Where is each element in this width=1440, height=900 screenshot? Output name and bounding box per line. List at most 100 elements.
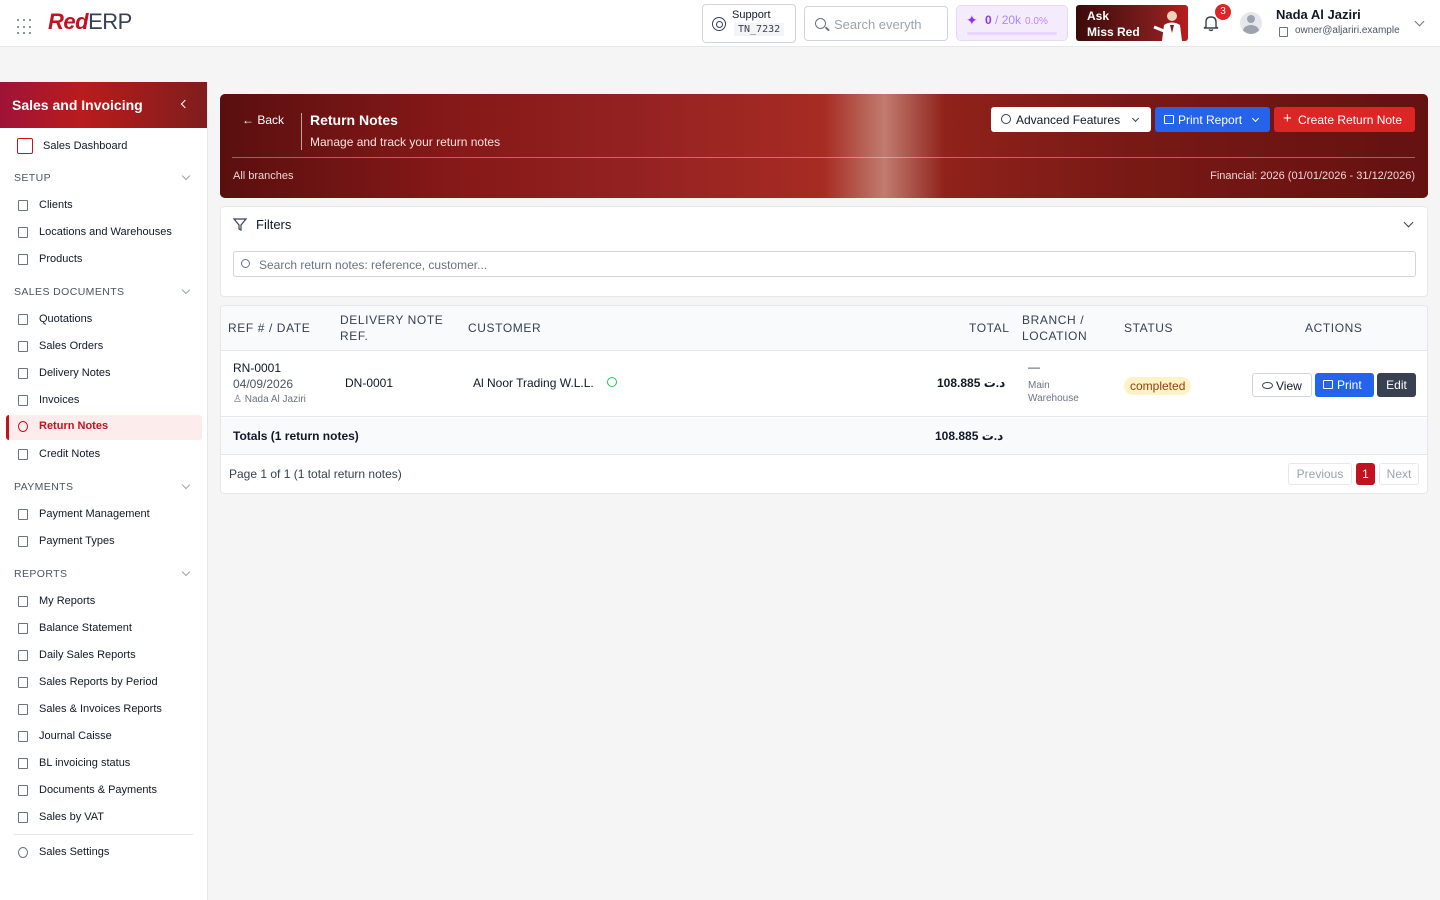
ai-credits-widget[interactable]: ✦ 0 / 20k 0.0% [956, 5, 1068, 41]
sidebar-item-label: Sales & Invoices Reports [39, 703, 162, 715]
advanced-features-label: Advanced Features [1016, 113, 1121, 127]
sidebar-item-balance-statement[interactable]: Balance Statement [6, 617, 202, 641]
col-total[interactable]: TOTAL [969, 320, 1010, 336]
col-delivery-note[interactable]: DELIVERY NOTE REF. [340, 312, 443, 344]
sidebar-item-credit-notes[interactable]: Credit Notes [6, 443, 202, 467]
ask-label: Ask [1087, 9, 1110, 23]
sidebar-item-payment-types[interactable]: Payment Types [6, 530, 202, 554]
sidebar-item-documents-payments[interactable]: Documents & Payments [6, 779, 202, 803]
customer-name[interactable]: Al Noor Trading W.L.L. [473, 376, 594, 390]
chevron-down-icon[interactable] [181, 480, 191, 490]
sidebar-item-sales-settings[interactable]: Sales Settings [6, 841, 202, 865]
return-notes-search-input[interactable]: Search return notes: reference, customer… [233, 251, 1416, 277]
col-ref-date[interactable]: REF # / DATE [228, 320, 310, 336]
sidebar-item-sales-invoices-reports[interactable]: Sales & Invoices Reports [6, 698, 202, 722]
filters-panel: Filters Search return notes: reference, … [220, 206, 1428, 297]
credit-card-icon [18, 536, 28, 547]
sidebar-item-label: Quotations [39, 313, 93, 325]
chevron-down-icon[interactable] [181, 171, 191, 181]
global-search-placeholder: Search everyth [834, 17, 922, 32]
previous-page-button[interactable]: Previous [1288, 463, 1352, 485]
miss-red-label: Miss Red [1087, 25, 1140, 39]
print-report-button[interactable]: Print Report [1155, 107, 1270, 132]
plus-icon: + [1283, 110, 1292, 127]
ref-date: 04/09/2026 [233, 377, 294, 391]
support-button[interactable]: Support TN_7232 [702, 4, 796, 43]
edit-button[interactable]: Edit [1377, 373, 1416, 397]
sidebar-item-sales-by-vat[interactable]: Sales by VAT [6, 806, 202, 830]
section-setup[interactable]: SETUP [14, 172, 51, 184]
credits-limit: / 20k [995, 13, 1022, 27]
table-row[interactable]: RN-0001 04/09/2026 ♙ Nada Al Jaziri DN-0… [221, 352, 1427, 417]
notification-count-badge: 3 [1215, 4, 1231, 20]
page-info: Page 1 of 1 (1 total return notes) [229, 467, 402, 481]
col-branch-location[interactable]: BRANCH / LOCATION [1022, 312, 1087, 344]
page-header-banner: ← Back Return Notes Manage and track you… [220, 94, 1428, 198]
advanced-features-button[interactable]: Advanced Features [991, 107, 1151, 132]
credits-progress-bar [967, 32, 1057, 35]
user-avatar[interactable] [1240, 12, 1262, 34]
sidebar-item-invoices[interactable]: Invoices [6, 389, 202, 413]
sidebar-item-my-reports[interactable]: My Reports [6, 590, 202, 614]
ref-number[interactable]: RN-0001 [233, 361, 281, 375]
col-customer[interactable]: CUSTOMER [468, 320, 541, 336]
create-return-note-button[interactable]: + Create Return Note [1274, 107, 1415, 132]
sidebar-item-label: Documents & Payments [39, 784, 157, 796]
sidebar-item-label: Invoices [39, 394, 80, 406]
sidebar-item-label: Sales Dashboard [43, 140, 128, 152]
sidebar-item-label: BL invoicing status [39, 757, 131, 769]
sidebar-item-clients[interactable]: Clients [6, 194, 202, 218]
sidebar-item-payment-management[interactable]: Payment Management [6, 503, 202, 527]
verified-icon [607, 377, 617, 387]
filters-title[interactable]: Filters [256, 217, 291, 232]
sidebar-item-sales-dashboard[interactable]: Sales Dashboard [6, 135, 202, 159]
sidebar-item-journal-caisse[interactable]: Journal Caisse [6, 725, 202, 749]
collapse-sidebar-icon[interactable] [180, 99, 190, 109]
user-name[interactable]: Nada Al Jaziri [1276, 7, 1361, 22]
sidebar-item-daily-sales-reports[interactable]: Daily Sales Reports [6, 644, 202, 668]
sidebar-item-bl-invoicing-status[interactable]: BL invoicing status [6, 752, 202, 776]
sidebar-item-label: Delivery Notes [39, 367, 111, 379]
app-logo[interactable]: RedERP [48, 9, 132, 35]
chevron-down-icon[interactable] [181, 567, 191, 577]
credits-used: 0 [985, 13, 992, 27]
section-sales-documents[interactable]: SALES DOCUMENTS [14, 286, 124, 298]
next-page-button[interactable]: Next [1379, 463, 1419, 485]
sidebar-item-delivery-notes[interactable]: Delivery Notes [6, 362, 202, 386]
user-icon: ♙ [233, 394, 242, 405]
delivery-note-ref[interactable]: DN-0001 [345, 376, 393, 390]
sidebar-item-label: Sales by VAT [39, 811, 105, 823]
chevron-down-icon [1251, 114, 1260, 123]
sidebar-item-return-notes[interactable]: Return Notes [6, 415, 202, 440]
document-icon [18, 314, 28, 325]
view-button[interactable]: View [1252, 373, 1312, 397]
col-status[interactable]: STATUS [1124, 320, 1173, 336]
sidebar-item-sales-reports-by-period[interactable]: Sales Reports by Period [6, 671, 202, 695]
apps-grid-icon[interactable] [17, 19, 33, 35]
print-button[interactable]: Print [1315, 373, 1374, 397]
sidebar-item-products[interactable]: Products [6, 248, 202, 272]
sidebar-item-sales-orders[interactable]: Sales Orders [6, 335, 202, 359]
sidebar-item-label: Sales Reports by Period [39, 676, 158, 688]
back-button[interactable]: ← Back [242, 113, 284, 127]
gear-icon [18, 847, 28, 858]
copy-icon[interactable] [1279, 27, 1288, 37]
sidebar-item-label: Clients [39, 199, 73, 211]
sidebar-item-locations[interactable]: Locations and Warehouses [6, 221, 202, 245]
gear-icon [1001, 114, 1011, 124]
global-search-input[interactable]: Search everyth [804, 6, 948, 41]
totals-value: 108.885 د.ت [935, 429, 1004, 443]
chevron-down-icon[interactable] [1414, 16, 1425, 27]
section-reports[interactable]: REPORTS [14, 568, 67, 580]
sidebar-item-quotations[interactable]: Quotations [6, 308, 202, 332]
section-payments[interactable]: PAYMENTS [14, 481, 73, 493]
chevron-down-icon[interactable] [181, 285, 191, 295]
sidebar-item-label: Balance Statement [39, 622, 132, 634]
ask-miss-red-button[interactable]: Ask Miss Red [1076, 5, 1188, 41]
assistant-avatar-icon [1153, 11, 1182, 41]
trending-up-icon [18, 623, 28, 634]
page-title: Return Notes [310, 112, 398, 128]
chevron-down-icon[interactable] [1403, 217, 1414, 228]
current-page-button[interactable]: 1 [1356, 463, 1375, 485]
totals-row: Totals (1 return notes) 108.885 د.ت [221, 418, 1427, 455]
